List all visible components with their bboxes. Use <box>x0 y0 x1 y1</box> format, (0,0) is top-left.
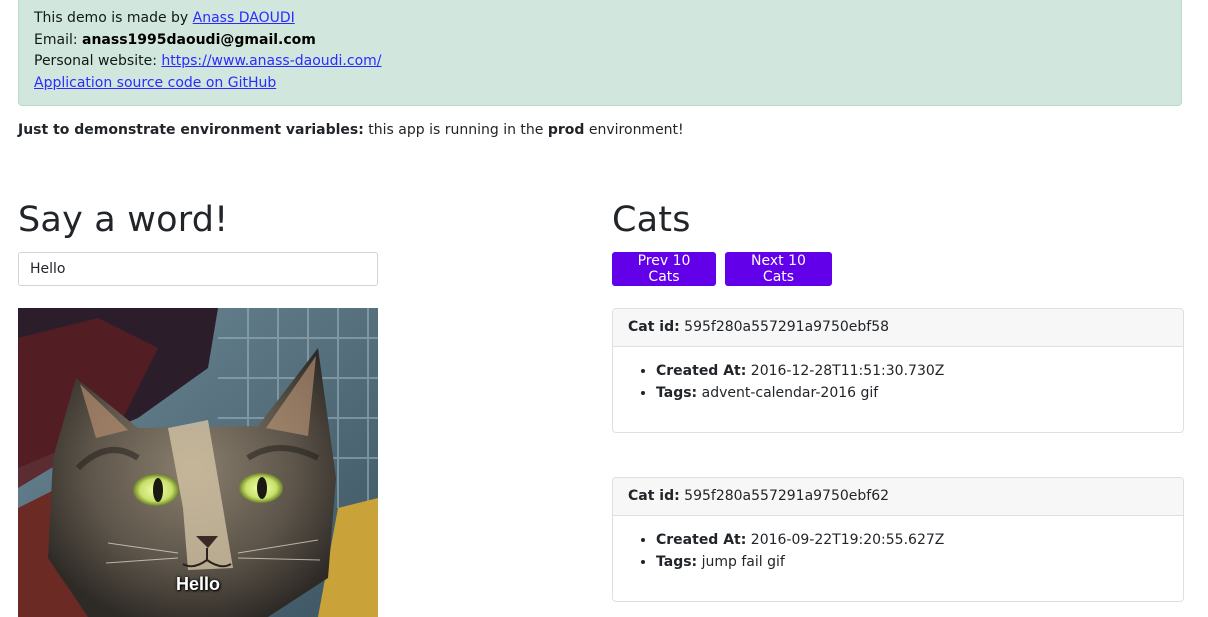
cat-card-header: Cat id: 595f280a557291a9750ebf62 <box>613 478 1183 516</box>
created-value: 2016-09-22T19:20:55.627Z <box>750 532 945 548</box>
website-link[interactable]: https://www.anass-daoudi.com/ <box>161 53 381 69</box>
cat-tags-item: Tags: jump fail gif <box>656 552 1168 574</box>
environment-text-before: this app is running in the <box>363 122 548 138</box>
cat-image: Hello <box>18 308 378 617</box>
cat-id-label: Cat id: <box>628 319 680 335</box>
prev-cats-button[interactable]: Prev 10 Cats <box>612 252 716 286</box>
website-label: Personal website: <box>34 53 162 69</box>
website-line: Personal website: https://www.anass-daou… <box>34 51 1166 73</box>
word-input[interactable] <box>18 252 378 286</box>
cat-tags-item: Tags: advent-calendar-2016 gif <box>656 383 1168 405</box>
created-value: 2016-12-28T11:51:30.730Z <box>750 363 945 379</box>
email-line: Email: anass1995daoudi@gmail.com <box>34 30 1166 52</box>
environment-label: Just to demonstrate environment variable… <box>18 122 364 138</box>
cat-card: Cat id: 595f280a557291a9750ebf62 Created… <box>612 477 1184 602</box>
cat-picture <box>18 308 378 617</box>
tags-label: Tags: <box>656 384 698 401</box>
cat-id-value: 595f280a557291a9750ebf58 <box>684 319 890 335</box>
tags-label: Tags: <box>656 553 698 570</box>
cat-details-list: Created At: 2016-09-22T19:20:55.627Z Tag… <box>628 530 1168 573</box>
email-value: anass1995daoudi@gmail.com <box>82 31 316 48</box>
tags-value: jump fail gif <box>701 553 785 570</box>
next-cats-button[interactable]: Next 10 Cats <box>725 252 832 286</box>
cat-created-item: Created At: 2016-09-22T19:20:55.627Z <box>656 530 1168 552</box>
source-code-link[interactable]: Application source code on GitHub <box>34 75 276 91</box>
cat-details-list: Created At: 2016-12-28T11:51:30.730Z Tag… <box>628 361 1168 404</box>
made-by-text: This demo is made by <box>34 10 193 26</box>
cat-id-label: Cat id: <box>628 488 680 504</box>
cat-created-item: Created At: 2016-12-28T11:51:30.730Z <box>656 361 1168 383</box>
environment-name: prod <box>547 122 585 138</box>
cat-id-value: 595f280a557291a9750ebf62 <box>684 488 890 504</box>
email-label: Email: <box>34 31 83 48</box>
author-info-alert: This demo is made by Anass DAOUDI Email:… <box>18 0 1182 106</box>
cat-image-caption: Hello <box>175 574 220 594</box>
source-line: Application source code on GitHub <box>34 73 1166 95</box>
environment-note: Just to demonstrate environment variable… <box>18 122 684 138</box>
cats-title: Cats <box>612 200 691 240</box>
created-label: Created At: <box>656 363 747 379</box>
made-by-line: This demo is made by Anass DAOUDI <box>34 8 1166 30</box>
created-label: Created At: <box>656 532 747 548</box>
cat-card-body: Created At: 2016-12-28T11:51:30.730Z Tag… <box>613 347 1183 404</box>
author-link[interactable]: Anass DAOUDI <box>193 10 295 26</box>
say-word-title: Say a word! <box>18 200 229 240</box>
tags-value: advent-calendar-2016 gif <box>701 384 879 401</box>
environment-text-after: environment! <box>584 122 684 138</box>
cat-card-body: Created At: 2016-09-22T19:20:55.627Z Tag… <box>613 516 1183 573</box>
cat-card: Cat id: 595f280a557291a9750ebf58 Created… <box>612 308 1184 433</box>
cat-card-header: Cat id: 595f280a557291a9750ebf58 <box>613 309 1183 347</box>
